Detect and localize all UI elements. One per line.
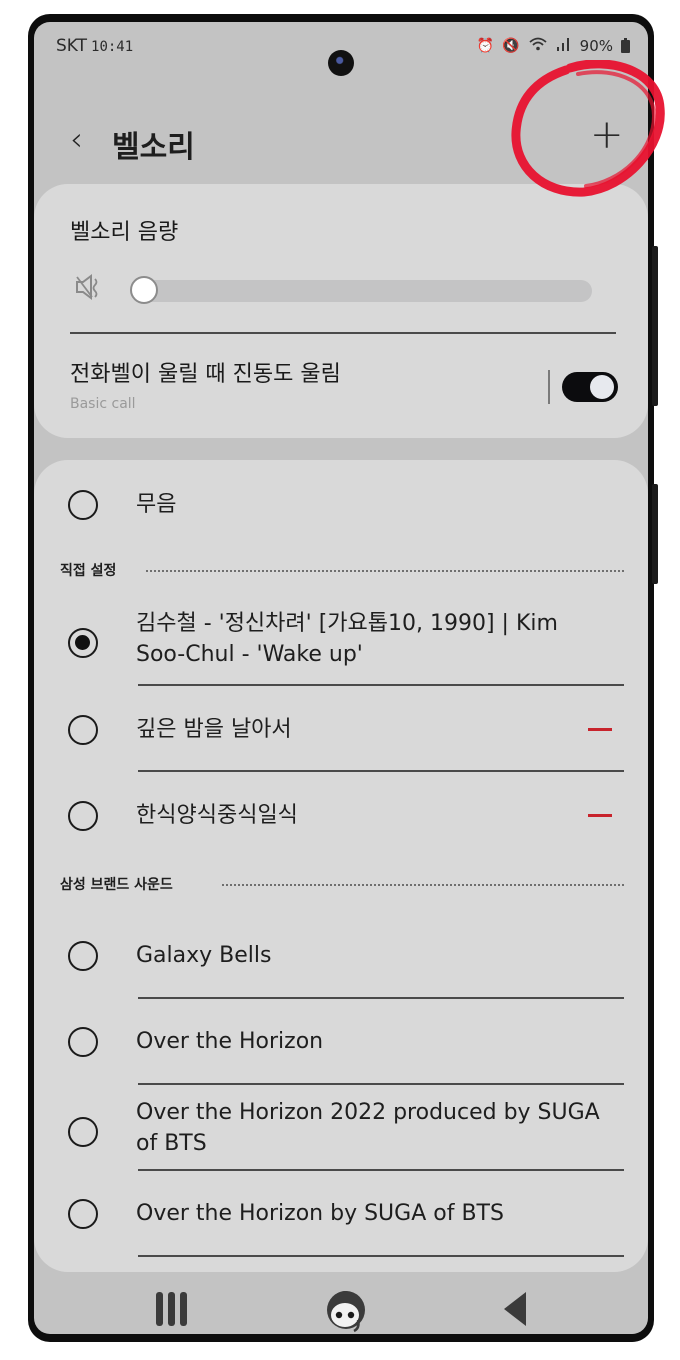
home-avatar-icon[interactable] <box>324 1288 368 1334</box>
add-ringtone-button[interactable]: + <box>590 112 624 158</box>
vibrate-mute-icon: 🔇 <box>502 38 520 54</box>
ringtone-item[interactable]: 깊은 밤을 날아서 <box>34 700 648 760</box>
ringtone-label: 깊은 밤을 날아서 <box>136 717 292 742</box>
toggle-separator <box>548 370 550 404</box>
vibrate-toggle[interactable] <box>562 372 618 402</box>
page-title: 벨소리 <box>112 130 195 165</box>
alarm-icon: ⏰ <box>476 38 495 54</box>
ringtone-item[interactable]: 김수철 - '정신차려' [가요톱10, 1990] | Kim Soo-Chu… <box>34 602 648 684</box>
signal-icon <box>556 37 572 55</box>
remove-ringtone-button[interactable] <box>588 728 612 731</box>
ringtone-list-card: 무음 직접 설정 김수철 - '정신차려' [가요톱10, 1990] | Ki… <box>34 460 648 1272</box>
ringtone-item[interactable]: Over the Horizon by SUGA of BTS <box>34 1184 648 1244</box>
divider <box>138 1255 624 1257</box>
volume-side-button <box>652 246 658 406</box>
section-header-samsung: 삼성 브랜드 사운드 <box>60 877 173 893</box>
slider-thumb[interactable] <box>130 276 158 304</box>
divider <box>138 1169 624 1171</box>
carrier-label: SKT <box>56 36 88 56</box>
radio-button[interactable] <box>68 1117 98 1147</box>
ringtone-label: 무음 <box>136 492 177 517</box>
ringtone-volume-label: 벨소리 음량 <box>70 220 179 245</box>
section-header-custom: 직접 설정 <box>60 563 117 579</box>
navigation-bar <box>34 1284 648 1334</box>
toggle-knob <box>590 375 614 399</box>
vibrate-label: 전화벨이 울릴 때 진동도 울림 <box>70 362 341 387</box>
section-dotted-line <box>222 884 624 886</box>
status-bar: SKT 10:41 ⏰ 🔇 90% <box>34 22 648 76</box>
ringtone-item[interactable]: Over the Horizon 2022 produced by SUGA o… <box>34 1092 648 1172</box>
status-icons: ⏰ 🔇 90% <box>477 36 630 56</box>
back-button[interactable]: ‹ <box>70 120 83 158</box>
volume-card: 벨소리 음량 전화벨이 울릴 때 진동도 울림 Basic call <box>34 184 648 438</box>
ringtone-item-silent[interactable]: 무음 <box>34 480 648 530</box>
wifi-icon <box>528 36 548 56</box>
radio-button[interactable] <box>68 715 98 745</box>
radio-button[interactable] <box>68 941 98 971</box>
radio-button[interactable] <box>68 490 98 520</box>
ringtone-label: Over the Horizon 2022 produced by SUGA o… <box>136 1100 600 1156</box>
carrier-time: SKT 10:41 <box>56 36 133 56</box>
ringtone-label: Over the Horizon <box>136 1029 324 1054</box>
vibrate-sublabel: Basic call <box>70 396 136 412</box>
section-dotted-line <box>146 570 624 572</box>
divider <box>138 770 624 772</box>
power-side-button <box>652 484 658 584</box>
ringtone-volume-slider[interactable] <box>130 276 592 304</box>
back-triangle-icon[interactable] <box>504 1292 526 1326</box>
ringtone-label: 한식양식중식일식 <box>136 803 298 828</box>
radio-button[interactable] <box>68 1199 98 1229</box>
recent-apps-icon[interactable] <box>156 1292 188 1326</box>
radio-button[interactable] <box>68 801 98 831</box>
ringtone-label: Over the Horizon by SUGA of BTS <box>136 1201 504 1226</box>
divider <box>138 997 624 999</box>
battery-percent: 90% <box>579 37 613 55</box>
radio-button[interactable] <box>68 1027 98 1057</box>
mute-icon[interactable] <box>74 272 106 302</box>
screen: SKT 10:41 ⏰ 🔇 90% ‹ 벨소리 + 벨소리 음량 전화벨이 울릴… <box>34 22 648 1334</box>
divider <box>70 332 616 334</box>
ringtone-label: 김수철 - '정신차려' [가요톱10, 1990] | Kim Soo-Chu… <box>136 611 558 667</box>
divider <box>138 1083 624 1085</box>
ringtone-label: Galaxy Bells <box>136 943 272 968</box>
ringtone-item[interactable]: 한식양식중식일식 <box>34 786 648 846</box>
radio-button-selected[interactable] <box>68 628 98 658</box>
divider <box>138 684 624 686</box>
battery-icon <box>621 37 630 53</box>
ringtone-item[interactable]: Over the Horizon <box>34 1012 648 1072</box>
clock: 10:41 <box>91 39 134 55</box>
ringtone-item[interactable]: Galaxy Bells <box>34 926 648 986</box>
front-camera <box>328 50 354 76</box>
app-header: ‹ 벨소리 + <box>34 112 648 172</box>
remove-ringtone-button[interactable] <box>588 814 612 817</box>
